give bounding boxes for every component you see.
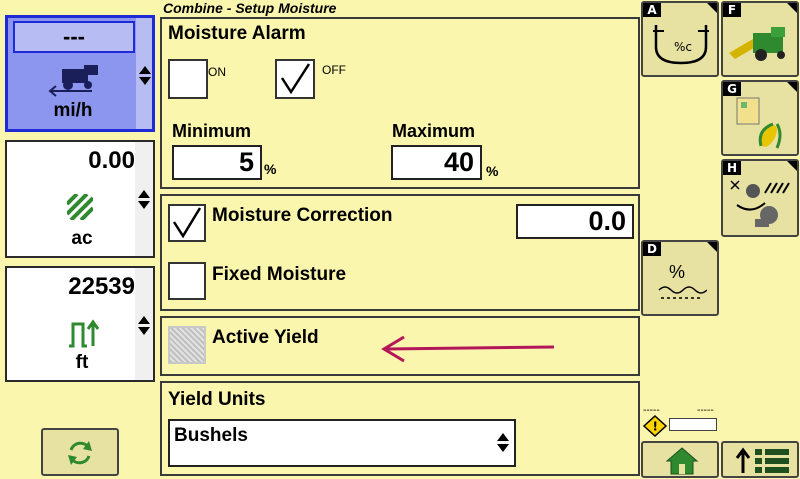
alarm-off-label: OFF xyxy=(322,63,346,77)
softkey-g[interactable]: G xyxy=(721,80,799,156)
active-yield-label: Active Yield xyxy=(212,327,319,348)
fixed-moisture-label: Fixed Moisture xyxy=(212,264,347,285)
softkey-d-letter: D xyxy=(643,242,661,256)
distance-unit: ft xyxy=(75,352,89,373)
distance-counter-box[interactable]: 22539 ft xyxy=(5,266,155,382)
maximum-percent-unit: % xyxy=(486,163,499,179)
yield-units-dropdown[interactable]: Bushels xyxy=(168,419,516,467)
crop-corn-icon xyxy=(736,97,782,149)
moisture-alarm-panel: Moisture Alarm ON OFF Minimum 5 % Maximu… xyxy=(160,17,640,189)
distance-pulse-icon xyxy=(67,318,101,348)
screen-title: Combine - Setup Moisture xyxy=(163,0,337,16)
active-yield-panel: Active Yield xyxy=(160,316,640,376)
softkey-a-text: %c xyxy=(674,40,692,54)
softkey-a[interactable]: A %c xyxy=(641,1,719,77)
menu-button[interactable] xyxy=(721,441,799,478)
softkey-f-letter: F xyxy=(723,3,741,17)
yield-units-title: Yield Units xyxy=(168,389,266,410)
moisture-correction-input[interactable]: 0.0 xyxy=(516,204,634,239)
yield-units-selected: Bushels xyxy=(174,425,248,446)
speed-value: --- xyxy=(63,24,85,49)
area-unit: ac xyxy=(71,228,93,249)
alarm-on-checkbox[interactable] xyxy=(168,59,208,99)
minimum-input[interactable]: 5 xyxy=(172,145,262,180)
area-updown-icon[interactable] xyxy=(137,190,151,209)
softkey-h[interactable]: H xyxy=(721,159,799,237)
vehicle-speed-icon xyxy=(48,63,108,98)
refresh-icon xyxy=(68,441,92,465)
alarm-on-label: ON xyxy=(208,65,226,79)
refresh-button[interactable] xyxy=(41,428,119,476)
softkey-h-letter: H xyxy=(723,161,741,175)
speed-display-box[interactable]: --- mi/h xyxy=(5,15,155,132)
softkey-corner-icon xyxy=(787,161,797,171)
status-dashes-right: ----- xyxy=(697,405,714,416)
fixed-moisture-checkbox[interactable] xyxy=(168,262,206,300)
softkey-corner-icon xyxy=(787,3,797,13)
maximum-input[interactable]: 40 xyxy=(391,145,482,180)
distance-value: 22539 xyxy=(68,273,135,300)
maximum-value: 40 xyxy=(443,147,474,177)
minimum-value: 5 xyxy=(238,147,254,177)
softkey-corner-icon xyxy=(787,82,797,92)
moisture-alarm-title: Moisture Alarm xyxy=(168,23,306,44)
softkey-f[interactable]: F xyxy=(721,1,799,77)
svg-text:!: ! xyxy=(653,420,658,434)
area-hatch-icon xyxy=(65,192,95,222)
warning-icon: ! xyxy=(643,415,667,437)
softkey-d-text: % xyxy=(669,262,686,282)
speed-value-field: --- xyxy=(13,21,135,53)
home-icon xyxy=(665,447,699,475)
alarm-off-checkbox[interactable] xyxy=(275,59,315,99)
softkey-corner-icon xyxy=(707,242,717,252)
maximum-label: Maximum xyxy=(392,121,476,141)
distance-updown-icon[interactable] xyxy=(137,316,151,335)
minimum-label: Minimum xyxy=(172,121,251,141)
yield-units-updown-icon[interactable] xyxy=(496,433,510,452)
softkey-a-letter: A xyxy=(643,3,661,17)
moisture-calibration-icon: %c xyxy=(653,25,709,65)
area-counter-box[interactable]: 0.00 ac xyxy=(5,140,155,258)
softkey-corner-icon xyxy=(707,3,717,13)
checkmark-icon xyxy=(280,63,311,95)
moisture-correction-label: Moisture Correction xyxy=(212,205,393,226)
yield-units-panel: Yield Units Bushels xyxy=(160,381,640,476)
checkmark-icon xyxy=(172,207,202,239)
moisture-wave-icon xyxy=(658,286,707,299)
menu-grid-icon xyxy=(735,447,789,473)
area-value: 0.00 xyxy=(88,147,135,174)
combine-icon xyxy=(729,27,785,61)
status-bar xyxy=(669,418,717,431)
speed-updown-icon[interactable] xyxy=(138,66,152,85)
softkey-d[interactable]: D % xyxy=(641,240,719,316)
harvest-settings-icon xyxy=(730,180,790,227)
minimum-percent-unit: % xyxy=(264,161,277,177)
pointer-arrow-icon xyxy=(381,335,555,363)
active-yield-checkbox[interactable] xyxy=(168,326,206,364)
moisture-correction-panel: Moisture Correction 0.0 Fixed Moisture xyxy=(160,194,640,311)
home-button[interactable] xyxy=(641,441,719,478)
moisture-correction-value: 0.0 xyxy=(588,206,626,236)
moisture-correction-checkbox[interactable] xyxy=(168,204,206,242)
speed-unit: mi/h xyxy=(53,100,93,121)
